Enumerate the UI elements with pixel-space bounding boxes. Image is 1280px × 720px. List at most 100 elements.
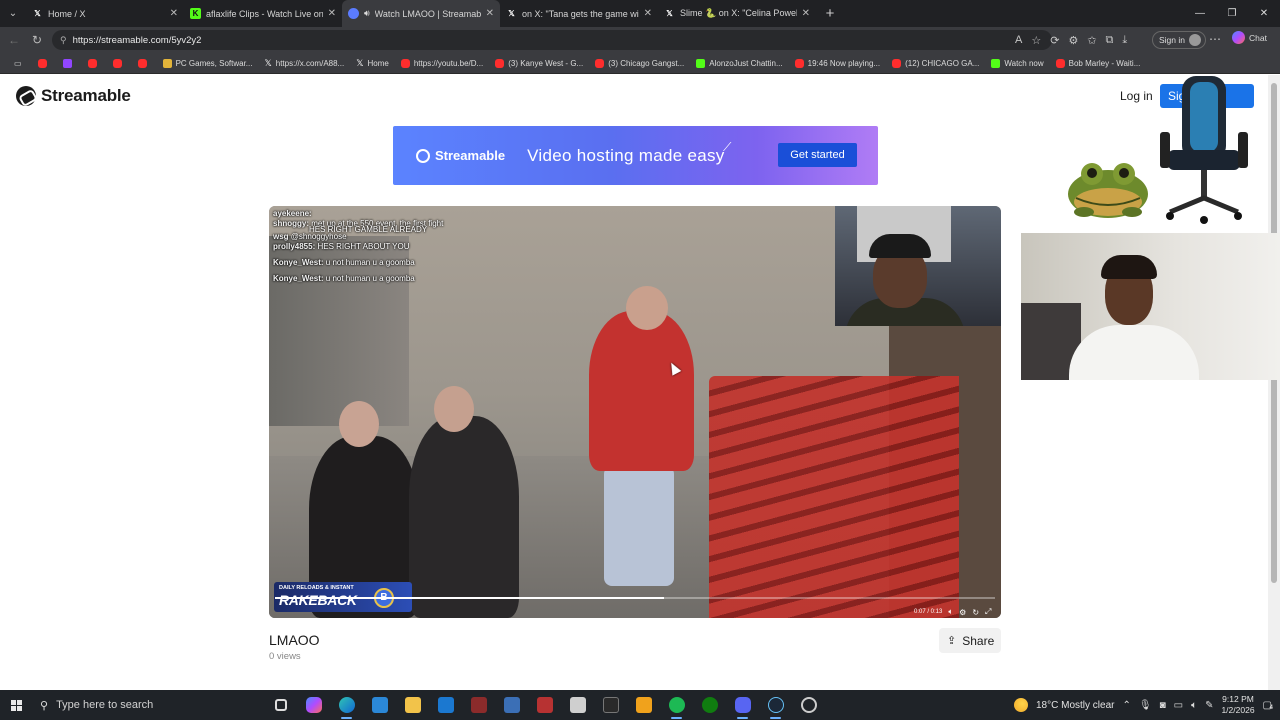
volume-icon[interactable]: 🔈︎ xyxy=(948,607,953,617)
favorites-icon[interactable]: ✩ xyxy=(1087,34,1096,47)
collections-icon[interactable]: ⧉ xyxy=(1106,34,1114,47)
login-link[interactable]: Log in xyxy=(1120,89,1153,103)
new-tab-button[interactable]: + xyxy=(816,0,844,27)
taskbar-search[interactable]: ⚲ Type here to search xyxy=(32,690,264,720)
tab-x-slime[interactable]: 𝕏 Slime 🐍 on X: "Celina Powell EXPO ✕ xyxy=(658,0,816,27)
copilot-icon xyxy=(1232,31,1245,44)
page-scrollbar[interactable] xyxy=(1268,75,1280,690)
restore-icon[interactable]: ❐ xyxy=(1216,0,1248,27)
discord-icon[interactable] xyxy=(726,690,759,720)
copilot-chat-button[interactable]: Chat xyxy=(1232,31,1267,44)
camera-icon[interactable]: ◙ xyxy=(1160,700,1166,711)
streamable-logo[interactable]: Streamable xyxy=(16,86,131,106)
bookmark-item[interactable]: Bob Marley - Waiti... xyxy=(1050,58,1147,68)
more-options-icon[interactable]: ⋯ xyxy=(1209,32,1221,46)
x-icon: 𝕏 xyxy=(34,9,41,18)
bookmark-item[interactable]: 19:46 Now playing... xyxy=(789,58,887,68)
edge-browser-icon[interactable] xyxy=(330,690,363,720)
close-icon[interactable]: ✕ xyxy=(328,8,336,19)
bookmark-item[interactable]: (12) CHICAGO GA... xyxy=(886,58,985,68)
share-button[interactable]: ⇪ Share xyxy=(939,628,1001,653)
tab-kick-clips[interactable]: K aflaxlife Clips - Watch Live on Kick ✕ xyxy=(184,0,342,27)
microphone-icon[interactable]: 🎙︎ xyxy=(1139,700,1152,711)
tab-actions-menu-icon[interactable]: ⌄ xyxy=(0,0,26,27)
start-button[interactable] xyxy=(0,690,32,720)
close-icon[interactable]: ✕ xyxy=(802,8,810,19)
game-app-icon[interactable] xyxy=(462,690,495,720)
tab-home-x[interactable]: 𝕏 Home / X ✕ xyxy=(26,0,184,27)
bookmark-item[interactable] xyxy=(107,58,132,68)
weather-text[interactable]: 18°C Mostly clear xyxy=(1036,700,1114,711)
tab-streamable[interactable]: 🔊︎ Watch LMAOO | Streamable ✕ xyxy=(342,0,500,27)
app-icon[interactable] xyxy=(594,690,627,720)
bookmarks-icon[interactable]: ▭ xyxy=(8,59,32,68)
taskbar-clock[interactable]: 9:12 PM 1/2/2026 xyxy=(1221,694,1254,716)
game-app-icon[interactable] xyxy=(528,690,561,720)
bookmark-item[interactable]: (3) Chicago Gangst... xyxy=(589,58,690,68)
close-window-icon[interactable]: ✕ xyxy=(1248,0,1280,27)
app-icon[interactable] xyxy=(792,690,825,720)
file-explorer-icon[interactable] xyxy=(396,690,429,720)
network-icon[interactable]: ▭ xyxy=(1174,700,1183,711)
sign-in-button[interactable]: Sign in xyxy=(1152,31,1206,49)
site-info-icon[interactable]: ⚲ xyxy=(60,35,67,46)
speaker-icon[interactable]: 🔊︎ xyxy=(364,8,370,19)
refresh-icon[interactable]: ↻ xyxy=(25,33,49,47)
youtube-icon xyxy=(400,58,410,68)
webcam-person xyxy=(869,234,931,258)
xbox-icon[interactable] xyxy=(693,690,726,720)
downloads-icon[interactable]: ⤓ xyxy=(1122,34,1127,47)
bookmark-item[interactable] xyxy=(82,58,107,68)
extensions-icon[interactable]: ⟳ xyxy=(1050,34,1059,47)
video-progress-bar[interactable] xyxy=(275,597,995,599)
bookmark-item[interactable]: Watch now xyxy=(985,58,1049,68)
bookmark-item[interactable]: PC Games, Softwar... xyxy=(157,58,259,68)
task-view-icon[interactable] xyxy=(264,690,297,720)
promo-banner[interactable]: Streamable Video hosting made easy ⟋ Get… xyxy=(393,126,878,185)
browser-essentials-icon[interactable]: ⚙ xyxy=(1068,34,1078,47)
settings-icon[interactable]: ⚙ xyxy=(959,608,966,617)
spotify-icon[interactable] xyxy=(660,690,693,720)
tab-title: Watch LMAOO | Streamable xyxy=(374,8,481,19)
bookmark-item[interactable]: AlonzoJust Chattin... xyxy=(690,58,788,68)
read-aloud-icon[interactable]: A xyxy=(1015,34,1022,46)
store-icon[interactable] xyxy=(363,690,396,720)
back-icon[interactable]: ← xyxy=(2,33,26,47)
url-text[interactable]: https://streamable.com/5yv2y2 xyxy=(73,35,202,46)
bookmark-item[interactable]: 𝕏 Home xyxy=(350,58,395,69)
bookmark-item[interactable] xyxy=(32,58,57,68)
bookmark-item[interactable]: 𝕏https://x.com/A88... xyxy=(258,58,350,69)
app-icon[interactable] xyxy=(627,690,660,720)
stream-chat-overlay: ayekeene: shnoggy: met up at the 550 eve… xyxy=(273,209,513,284)
tab-x-tana[interactable]: 𝕏 on X: "Tana gets the game winn ✕ xyxy=(500,0,658,27)
bookmark-item[interactable]: (3) Kanye West - G... xyxy=(489,58,589,68)
close-icon[interactable]: ✕ xyxy=(486,8,494,19)
copilot-icon[interactable] xyxy=(297,690,330,720)
loop-icon[interactable]: ↻ xyxy=(972,608,979,617)
volume-icon[interactable]: 🔈︎ xyxy=(1191,700,1197,711)
close-icon[interactable]: ✕ xyxy=(170,8,178,19)
favorite-star-icon[interactable]: ☆ xyxy=(1031,34,1041,47)
notifications-icon[interactable]: ▢ 4 xyxy=(1263,700,1273,711)
bookmark-item[interactable]: https://youtu.be/D... xyxy=(395,58,489,68)
outlook-icon[interactable] xyxy=(429,690,462,720)
bookmark-item[interactable] xyxy=(57,58,82,68)
minimize-icon[interactable]: — xyxy=(1184,0,1216,27)
fullscreen-icon[interactable]: ⤢ xyxy=(985,607,991,617)
view-count: 0 views xyxy=(269,651,301,662)
x-icon: 𝕏 xyxy=(356,57,364,68)
chevron-up-icon[interactable]: ⌃ xyxy=(1122,700,1130,711)
youtube-icon xyxy=(112,58,122,68)
game-app-icon[interactable] xyxy=(561,690,594,720)
url-bar[interactable]: ⚲ https://streamable.com/5yv2y2 xyxy=(52,30,1052,50)
search-placeholder: Type here to search xyxy=(56,699,154,711)
game-app-icon[interactable] xyxy=(495,690,528,720)
get-started-button[interactable]: Get started xyxy=(778,143,857,167)
video-player[interactable]: ayekeene: shnoggy: met up at the 550 eve… xyxy=(269,206,1001,618)
weather-icon[interactable] xyxy=(1014,698,1028,712)
pen-icon[interactable]: ✎ xyxy=(1205,700,1213,711)
close-icon[interactable]: ✕ xyxy=(644,8,652,19)
steam-icon[interactable] xyxy=(759,690,792,720)
streamable-icon xyxy=(348,8,359,19)
bookmark-item[interactable] xyxy=(132,58,157,68)
